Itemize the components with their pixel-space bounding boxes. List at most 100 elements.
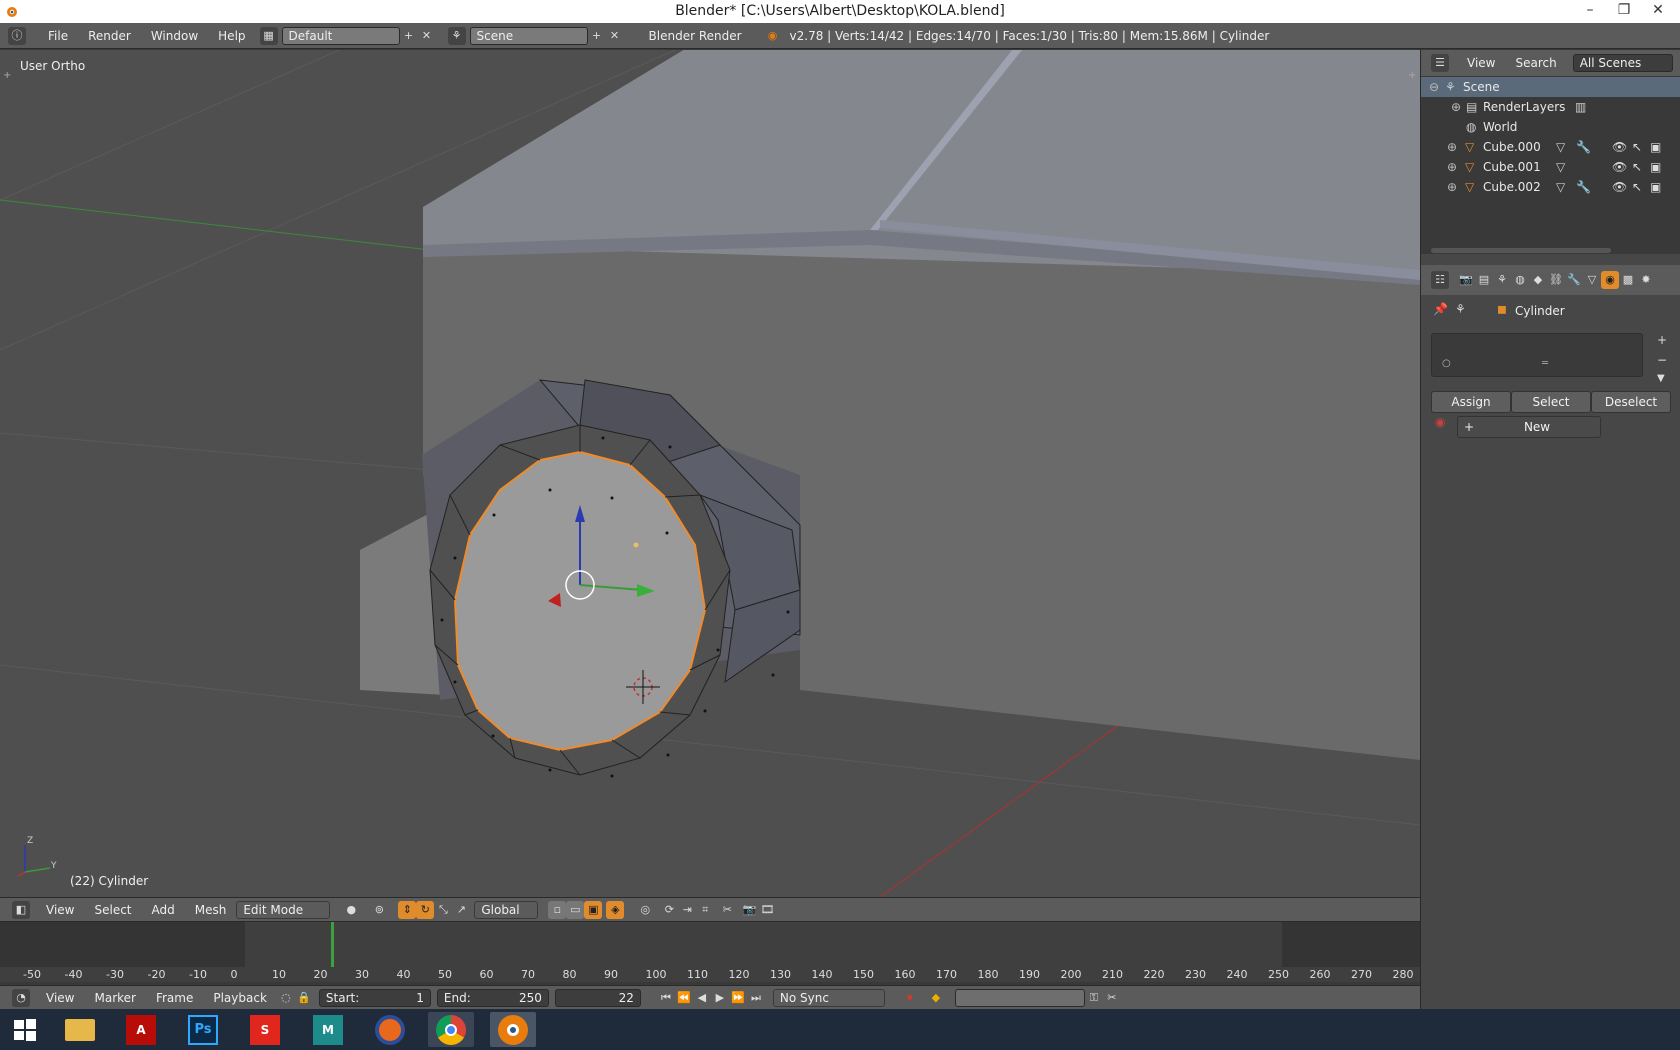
expand-icon[interactable]: ⊕ <box>1447 157 1457 177</box>
remove-slot-icon[interactable]: − <box>1657 353 1667 367</box>
jump-keyframe-forward-icon[interactable]: ⏩ <box>729 989 747 1007</box>
start-button[interactable] <box>2 1012 48 1047</box>
snap-element-icon[interactable]: ⇥ <box>678 901 696 919</box>
toolshelf-toggle-icon[interactable]: + <box>3 70 11 81</box>
outliner-item-cube002[interactable]: ⊕ ▽ Cube.002 ▽ 🔧 👁 ↖ ▣ <box>1421 177 1680 197</box>
menu-add[interactable]: Add <box>142 903 185 917</box>
add-layout-icon[interactable]: + <box>400 27 418 45</box>
manipulator-translate-icon[interactable]: ⇕ <box>398 900 417 919</box>
snap-target-icon[interactable]: ⌗ <box>696 901 714 919</box>
select-cursor-icon[interactable]: ↖ <box>1632 157 1642 177</box>
manipulator-scale-icon[interactable]: ⤡ <box>434 901 452 919</box>
collapse-icon[interactable]: ⊖ <box>1429 77 1439 97</box>
deselect-button[interactable]: Deselect <box>1591 391 1671 413</box>
jump-keyframe-back-icon[interactable]: ⏪ <box>675 989 693 1007</box>
menu-render[interactable]: Render <box>78 29 141 43</box>
sketchup-app[interactable]: S <box>242 1012 288 1047</box>
close-window-button[interactable]: ✕ <box>1641 0 1675 23</box>
slot-menu-icon[interactable]: ▼ <box>1657 373 1665 384</box>
visibility-eye-icon[interactable]: 👁 <box>1612 157 1627 177</box>
play-icon[interactable]: ▶ <box>711 989 729 1007</box>
opengl-animation-icon[interactable]: 🎞 <box>758 901 776 919</box>
menu-playback[interactable]: Playback <box>203 991 277 1005</box>
edit-mode-options-icon[interactable]: ✂ <box>718 901 736 919</box>
expand-icon[interactable]: ⊕ <box>1447 137 1457 157</box>
blender-app[interactable] <box>490 1012 536 1047</box>
menu-view[interactable]: View <box>36 903 84 917</box>
render-camera-icon[interactable]: ▣ <box>1650 137 1661 157</box>
insert-keyframe-icon[interactable]: ⚿ <box>1085 989 1103 1007</box>
info-editor-type-icon[interactable]: ⓘ <box>8 26 26 45</box>
transform-orientation-selector[interactable]: Global <box>474 900 539 919</box>
data-tab-icon[interactable]: ▽ <box>1583 271 1601 289</box>
restore-button[interactable]: ❐ <box>1607 0 1641 23</box>
keying-set-icon[interactable]: ◆ <box>927 989 945 1007</box>
visibility-eye-icon[interactable]: 👁 <box>1612 137 1627 157</box>
expand-icon[interactable]: ⊕ <box>1447 177 1457 197</box>
outliner-menu-view[interactable]: View <box>1457 56 1505 70</box>
constraints-tab-icon[interactable]: ⛓ <box>1547 271 1565 289</box>
assign-button[interactable]: Assign <box>1431 391 1511 413</box>
world-tab-icon[interactable]: ◍ <box>1511 271 1529 289</box>
limit-selection-icon[interactable]: ◈ <box>606 900 625 919</box>
delete-keyframe-icon[interactable]: ✂ <box>1103 989 1121 1007</box>
keying-set-field[interactable] <box>954 988 1085 1007</box>
minimize-button[interactable]: – <box>1573 0 1607 23</box>
list-resize-handle[interactable]: ═ <box>1542 358 1548 369</box>
add-slot-icon[interactable]: + <box>1657 333 1667 347</box>
render-camera-icon[interactable]: ▣ <box>1650 177 1661 197</box>
timeline[interactable]: -50 -40 -30 -20 -10 0 10 20 30 40 50 60 70 80 90 100 110… <box>0 921 1420 982</box>
add-scene-icon[interactable]: + <box>588 27 606 45</box>
particles-tab-icon[interactable]: ✸ <box>1637 271 1655 289</box>
jump-start-icon[interactable]: ⏮ <box>657 989 675 1007</box>
menu-file[interactable]: File <box>38 29 78 43</box>
render-layers-tab-icon[interactable]: ▤ <box>1475 271 1493 289</box>
manipulator-extra-icon[interactable]: ↗ <box>452 901 470 919</box>
visibility-eye-icon[interactable]: 👁 <box>1612 177 1627 197</box>
3d-viewport[interactable]: Z Y User Ortho (22) Cylinder + + <box>0 50 1420 897</box>
outliner-editor-type-icon[interactable]: ☰ <box>1431 54 1449 72</box>
opengl-render-icon[interactable]: 📷 <box>740 901 758 919</box>
shading-sphere-icon[interactable]: ● <box>342 901 360 919</box>
play-reverse-icon[interactable]: ◀ <box>693 989 711 1007</box>
outliner-hscrollbar[interactable] <box>1431 248 1611 253</box>
menu-timeline-view[interactable]: View <box>36 991 84 1005</box>
expand-icon[interactable]: ⊕ <box>1451 97 1461 117</box>
scene-tab-icon[interactable]: ⚘ <box>1493 271 1511 289</box>
remove-scene-icon[interactable]: ✕ <box>606 27 624 45</box>
pin-icon[interactable]: 📌 <box>1433 302 1448 316</box>
proportional-edit-icon[interactable]: ◎ <box>636 901 654 919</box>
firefox-app[interactable] <box>367 1012 413 1047</box>
new-material-button[interactable]: + New <box>1457 416 1601 438</box>
select-cursor-icon[interactable]: ↖ <box>1632 177 1642 197</box>
properties-editor-type-icon[interactable]: ☷ <box>1431 271 1449 289</box>
layout-selector[interactable]: Default <box>281 26 400 45</box>
pivot-icon[interactable]: ⊚ <box>370 901 388 919</box>
material-sphere-icon[interactable]: ◉ <box>1435 415 1445 429</box>
lock-icon[interactable]: 🔒 <box>295 989 313 1007</box>
outliner-menu-search[interactable]: Search <box>1505 56 1566 70</box>
file-explorer-app[interactable] <box>57 1012 103 1047</box>
menu-window[interactable]: Window <box>141 29 208 43</box>
scene-icon[interactable]: ⚘ <box>447 26 466 45</box>
maya-app[interactable]: M <box>305 1012 351 1047</box>
outliner-item-cube000[interactable]: ⊕ ▽ Cube.000 ▽ 🔧 👁 ↖ ▣ <box>1421 137 1680 157</box>
mode-selector[interactable]: Edit Mode <box>236 900 331 919</box>
start-frame-field[interactable]: Start: 1 <box>318 988 431 1007</box>
select-button[interactable]: Select <box>1511 391 1591 413</box>
material-tab-icon[interactable]: ◉ <box>1601 271 1619 289</box>
current-frame-marker[interactable] <box>331 922 334 967</box>
scene-selector[interactable]: Scene <box>469 26 588 45</box>
outliner-item-world[interactable]: ◍ World <box>1421 117 1680 137</box>
menu-select[interactable]: Select <box>84 903 141 917</box>
modifiers-tab-icon[interactable]: 🔧 <box>1565 271 1583 289</box>
outliner-item-scene[interactable]: ⊖ ⚘ Scene <box>1421 77 1680 97</box>
manipulator-rotate-icon[interactable]: ↻ <box>416 900 435 919</box>
object-tab-icon[interactable]: ◆ <box>1529 271 1547 289</box>
edge-select-icon[interactable]: ▭ <box>566 900 585 919</box>
jump-end-icon[interactable]: ⏭ <box>747 989 765 1007</box>
menu-frame[interactable]: Frame <box>146 991 203 1005</box>
menu-help[interactable]: Help <box>208 29 255 43</box>
material-slot-list[interactable]: ○ ═ <box>1431 333 1643 377</box>
select-cursor-icon[interactable]: ↖ <box>1632 137 1642 157</box>
